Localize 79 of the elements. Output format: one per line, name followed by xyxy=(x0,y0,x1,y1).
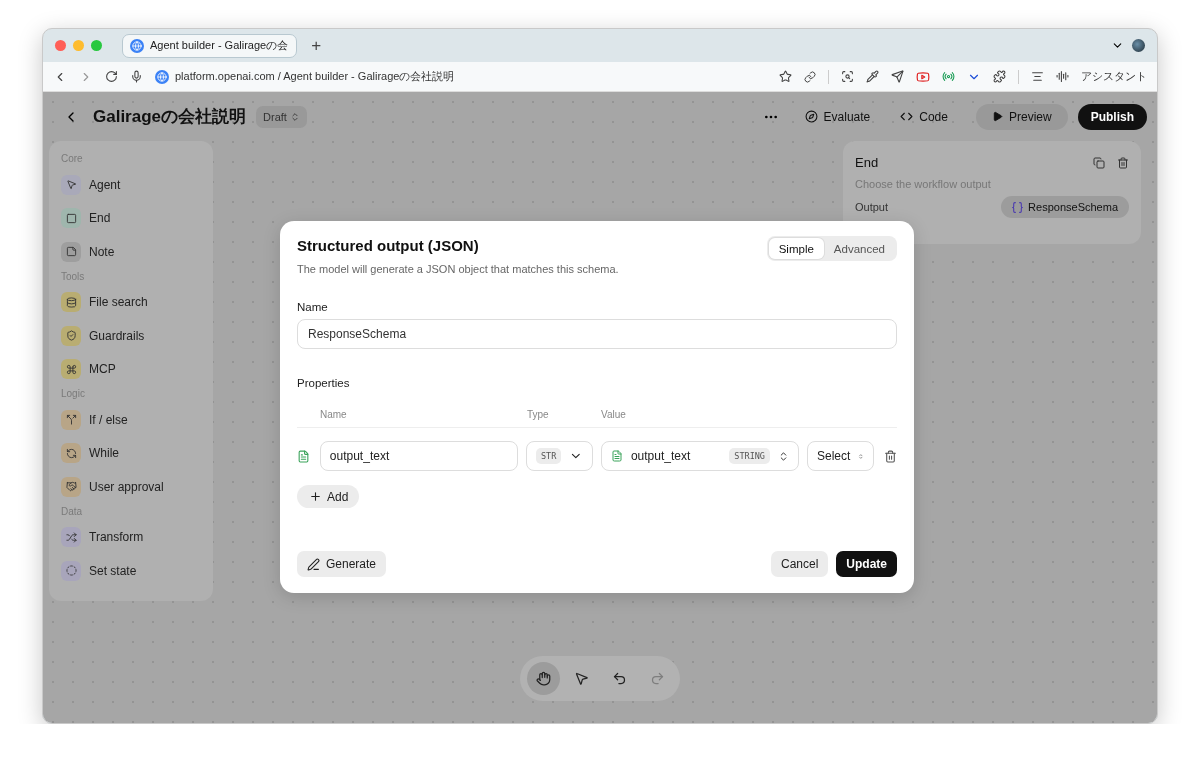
value-text: output_text xyxy=(630,449,692,463)
list-icon[interactable] xyxy=(1031,70,1044,83)
trash-icon xyxy=(884,449,897,463)
updown-icon xyxy=(289,111,300,122)
trash-icon[interactable] xyxy=(1117,156,1129,169)
copy-icon[interactable] xyxy=(1093,156,1105,169)
braces-icon xyxy=(1011,200,1025,214)
compass-icon xyxy=(804,110,818,123)
updown-icon xyxy=(778,450,789,462)
new-tab-button[interactable]: + xyxy=(311,35,322,56)
section-label: Properties xyxy=(297,377,351,389)
microphone-icon[interactable] xyxy=(130,70,143,83)
node-title: End xyxy=(855,155,879,170)
document-icon xyxy=(610,450,623,462)
globe-icon xyxy=(155,69,169,84)
play-icon xyxy=(991,111,1003,122)
delete-button[interactable] xyxy=(884,449,897,463)
select-text: Select xyxy=(817,449,851,463)
link-icon[interactable] xyxy=(804,70,816,83)
video-icon[interactable] xyxy=(916,69,930,84)
mode-tab[interactable]: Simple xyxy=(768,238,824,259)
audio-icon[interactable] xyxy=(1056,70,1069,83)
field-label: Name xyxy=(297,301,329,313)
dialog-title: Structured output (JSON) xyxy=(297,237,480,254)
pipette-icon[interactable] xyxy=(866,70,879,83)
code-icon xyxy=(900,110,914,123)
property-name-field[interactable]: output_text xyxy=(319,441,518,471)
column-header: Type xyxy=(527,409,550,420)
generate-button[interactable]: Generate xyxy=(297,551,387,577)
hand-icon xyxy=(535,671,551,686)
update-button[interactable]: Update xyxy=(836,551,897,577)
add-button[interactable]: Add xyxy=(297,485,360,508)
status-dropdown[interactable]: Draft xyxy=(256,105,307,128)
mode-tab[interactable]: Advanced xyxy=(823,238,895,259)
palette-item[interactable]: Transform xyxy=(61,520,201,554)
palette-item[interactable]: End xyxy=(61,201,201,235)
cancel-button[interactable]: Cancel xyxy=(770,551,829,577)
palette-item[interactable]: Agent xyxy=(61,168,201,202)
reload-icon[interactable] xyxy=(105,70,118,83)
redo-icon xyxy=(649,671,665,686)
palette-item[interactable]: Guardrails xyxy=(61,319,201,353)
palette-item[interactable]: User approval xyxy=(61,470,201,504)
publish-button[interactable]: Publish xyxy=(1077,103,1147,130)
undo-icon xyxy=(611,671,627,686)
evaluate-button[interactable]: Evaluate xyxy=(794,103,881,130)
output-label: Output xyxy=(855,201,889,213)
radio-icon[interactable] xyxy=(942,70,955,83)
plus-icon xyxy=(309,490,322,503)
palette-item[interactable]: File search xyxy=(61,285,201,319)
type-tag: STR xyxy=(535,448,562,464)
column-header: Value xyxy=(601,409,627,420)
code-button[interactable]: Code xyxy=(890,103,958,130)
type-tag: STRING xyxy=(729,448,770,464)
name-field[interactable]: ResponseSchema xyxy=(297,319,897,349)
assistant-button[interactable]: アシスタント xyxy=(1081,69,1147,84)
hand-tool[interactable] xyxy=(526,662,560,695)
palette-item[interactable]: Note xyxy=(61,235,201,269)
address-field[interactable]: platform.openai.com / Agent builder - Galirageの会社説明 xyxy=(175,69,455,84)
profile-avatar[interactable] xyxy=(1132,39,1145,52)
search-icon[interactable] xyxy=(841,70,854,83)
puzzle-icon[interactable] xyxy=(993,70,1006,83)
send-icon[interactable] xyxy=(891,70,904,83)
pen-icon xyxy=(307,557,320,571)
value-dropdown[interactable]: output_text STRING xyxy=(600,441,799,471)
palette-item[interactable]: MCP xyxy=(61,352,201,386)
globe-icon xyxy=(130,38,144,53)
output-chip[interactable]: ResponseSchema xyxy=(1001,196,1129,218)
cursor-icon xyxy=(573,671,589,686)
column-header: Name xyxy=(320,409,348,420)
palette-item[interactable]: While xyxy=(61,436,201,470)
workflow-title: Galirageの会社説明 xyxy=(93,106,247,128)
preview-button[interactable]: Preview xyxy=(975,103,1068,130)
type-dropdown[interactable]: STR xyxy=(525,441,593,471)
browser-tab[interactable]: Agent builder - Galirageの会 xyxy=(122,33,298,58)
palette-item[interactable]: If / else xyxy=(61,403,201,437)
select-dropdown[interactable]: Select xyxy=(807,441,874,471)
star-icon[interactable] xyxy=(779,70,792,83)
dialog-description: The model will generate a JSON object that matches this schema. xyxy=(297,263,619,275)
palette-item[interactable]: Set state xyxy=(61,554,201,588)
